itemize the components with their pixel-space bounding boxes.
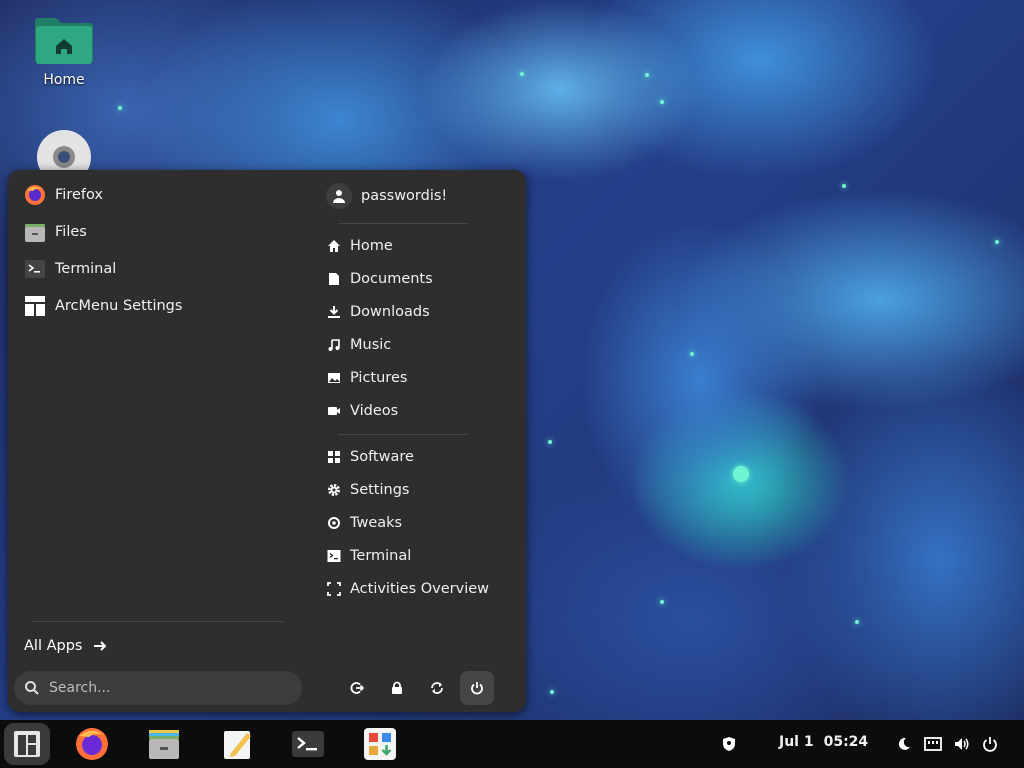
- network-icon: [924, 737, 942, 751]
- tray-network[interactable]: [923, 734, 943, 754]
- power-icon: [471, 682, 483, 695]
- menu-app-firefox[interactable]: Firefox: [24, 180, 103, 210]
- firefox-icon: [24, 184, 46, 206]
- place-label: Home: [350, 238, 393, 254]
- place-label: Videos: [350, 403, 399, 419]
- arcmenu-button[interactable]: [4, 723, 50, 765]
- settings-gear-icon: [326, 482, 342, 498]
- tray-security[interactable]: [719, 734, 739, 754]
- firefox-icon: [76, 728, 108, 760]
- home-folder-icon: [35, 18, 93, 64]
- system-tweaks[interactable]: Tweaks: [326, 509, 402, 537]
- place-downloads[interactable]: Downloads: [326, 298, 430, 326]
- logout-button[interactable]: [340, 671, 374, 705]
- taskbar-files[interactable]: [146, 726, 182, 762]
- menu-app-label: ArcMenu Settings: [55, 298, 183, 314]
- system-label: Activities Overview: [350, 581, 490, 597]
- place-label: Downloads: [350, 304, 430, 320]
- taskbar-firefox[interactable]: [74, 726, 110, 762]
- arc-menu: Firefox Files Terminal ArcMenu Settings …: [8, 170, 526, 712]
- menu-app-arcmenu-settings[interactable]: ArcMenu Settings: [24, 291, 182, 321]
- system-software[interactable]: Software: [326, 443, 414, 471]
- clock-time: 05:24: [823, 734, 869, 750]
- terminal-icon: [292, 731, 324, 757]
- taskbar: Jul 1 05:24: [0, 720, 1024, 768]
- tray-night-light[interactable]: [894, 734, 914, 754]
- menu-app-label: Firefox: [55, 187, 103, 203]
- system-label: Settings: [350, 482, 410, 498]
- place-label: Pictures: [350, 370, 408, 386]
- all-apps-button[interactable]: All Apps: [24, 633, 108, 659]
- desktop-icon-label: Home: [43, 72, 85, 88]
- user-icon: [326, 183, 352, 209]
- all-apps-label: All Apps: [24, 638, 83, 654]
- system-settings[interactable]: Settings: [326, 476, 409, 504]
- divider: [338, 434, 468, 435]
- terminal-icon: [326, 548, 342, 564]
- desktop-icon-home[interactable]: Home: [30, 12, 98, 88]
- search-icon: [25, 681, 39, 695]
- power-icon: [983, 737, 997, 752]
- place-home[interactable]: Home: [326, 232, 393, 260]
- search-field[interactable]: Search...: [14, 671, 302, 705]
- menu-app-label: Terminal: [55, 261, 117, 277]
- home-icon: [326, 238, 342, 254]
- files-icon: [24, 221, 46, 243]
- lock-icon: [392, 681, 402, 694]
- system-label: Tweaks: [350, 515, 403, 531]
- menu-app-terminal[interactable]: Terminal: [24, 254, 116, 284]
- place-label: Music: [350, 337, 392, 353]
- system-activities-overview[interactable]: Activities Overview: [326, 575, 489, 603]
- place-videos[interactable]: Videos: [326, 397, 398, 425]
- picture-icon: [326, 370, 342, 386]
- video-icon: [326, 403, 342, 419]
- tray-power[interactable]: [980, 734, 1000, 754]
- system-label: Software: [350, 449, 414, 465]
- menu-app-label: Files: [55, 224, 87, 240]
- download-icon: [326, 304, 342, 320]
- arrow-right-icon: [94, 641, 107, 651]
- place-music[interactable]: Music: [326, 331, 391, 359]
- arcmenu-settings-icon: [24, 295, 46, 317]
- software-center-icon: [364, 728, 396, 760]
- menu-app-files[interactable]: Files: [24, 217, 87, 247]
- software-icon: [326, 449, 342, 465]
- logout-icon: [350, 682, 364, 694]
- text-editor-icon: [224, 731, 251, 759]
- terminal-icon: [24, 258, 46, 280]
- restart-icon: [431, 682, 443, 694]
- tweaks-icon: [326, 515, 342, 531]
- lock-button[interactable]: [380, 671, 414, 705]
- tray-volume[interactable]: [952, 734, 972, 754]
- divider: [338, 223, 468, 224]
- clock[interactable]: Jul 1 05:24: [779, 734, 868, 750]
- user-name: passwordis!: [361, 188, 448, 204]
- files-icon: [149, 730, 179, 759]
- menu-icon: [14, 731, 40, 757]
- document-icon: [326, 271, 342, 287]
- night-light-icon: [898, 737, 910, 750]
- volume-icon: [955, 738, 969, 750]
- power-off-button[interactable]: [460, 671, 494, 705]
- place-documents[interactable]: Documents: [326, 265, 433, 293]
- restart-button[interactable]: [420, 671, 454, 705]
- activities-overview-icon: [326, 581, 342, 597]
- music-icon: [326, 337, 342, 353]
- user-account[interactable]: passwordis!: [326, 182, 447, 210]
- system-label: Terminal: [350, 548, 412, 564]
- taskbar-terminal[interactable]: [290, 726, 326, 762]
- clock-date: Jul 1: [779, 734, 814, 750]
- place-pictures[interactable]: Pictures: [326, 364, 407, 392]
- taskbar-software-center[interactable]: [362, 726, 398, 762]
- system-terminal[interactable]: Terminal: [326, 542, 411, 570]
- security-shield-icon: [723, 737, 735, 751]
- divider: [32, 621, 284, 622]
- search-placeholder: Search...: [49, 680, 111, 696]
- taskbar-text-editor[interactable]: [220, 726, 256, 762]
- place-label: Documents: [350, 271, 433, 287]
